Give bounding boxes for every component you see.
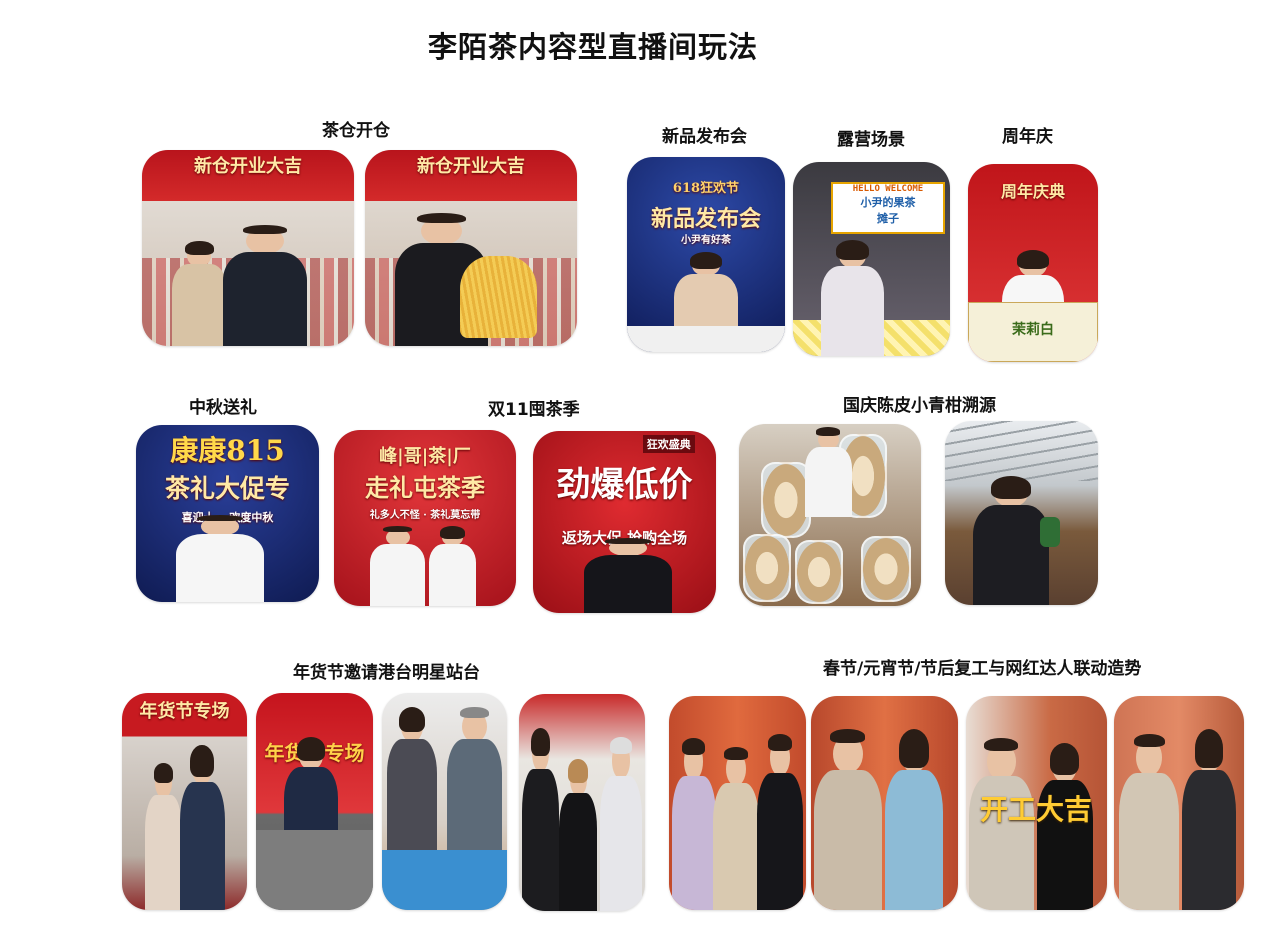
table	[382, 850, 507, 910]
greenhouse-roof	[945, 421, 1098, 481]
photo-newyear-1: 年货节专场	[122, 693, 247, 910]
section-label-national-day: 国庆陈皮小青柑溯源	[843, 396, 996, 416]
photo-new-product: 618狂欢节 新品发布会 小尹有好茶	[627, 157, 785, 352]
launch-event-text: 618狂欢节	[672, 181, 740, 196]
fengge-title-text: 峰|哥|茶|厂	[379, 446, 471, 467]
photo-fengge: 峰|哥|茶|厂 走礼屯茶季 礼多人不怪 · 茶礼莫忘带	[334, 430, 516, 606]
person-figure	[447, 706, 502, 854]
person-figure	[813, 729, 882, 910]
page-title: 李陌茶内容型直播间玩法	[428, 30, 759, 64]
section-label-tea-warehouse: 茶仓开仓	[322, 121, 390, 141]
section-label-new-product: 新品发布会	[662, 127, 747, 147]
person-figure	[756, 733, 804, 910]
warehouse-banner-text: 新仓开业大吉	[417, 156, 525, 177]
photo-burst-price: 狂欢盛典 劲爆低价 返场大促 抢购全场	[533, 431, 716, 613]
tea-jar	[861, 536, 911, 602]
mid-autumn-title-text: 康康815	[170, 434, 285, 467]
photo-spring-1	[669, 696, 806, 910]
photo-warehouse-2: 新仓开业大吉	[365, 150, 577, 346]
photo-warehouse-1: 新仓开业大吉	[142, 150, 354, 346]
person-figure	[559, 759, 598, 911]
launch-sub-text: 小尹有好茶	[681, 235, 731, 246]
launch-title-text: 新品发布会	[650, 206, 761, 232]
person-figure	[171, 241, 227, 346]
photo-mid-autumn: 康康815 茶礼大促专 喜迎十一 欢度中秋	[136, 425, 319, 602]
person-figure	[584, 538, 673, 613]
section-label-camping: 露营场景	[837, 130, 905, 150]
person-figure	[1036, 742, 1093, 910]
burst-title-text: 劲爆低价	[556, 465, 693, 505]
tea-table	[256, 830, 373, 910]
warehouse-banner-text: 新仓开业大吉	[194, 156, 302, 177]
photo-newyear-4	[519, 694, 645, 911]
person-figure	[821, 240, 885, 356]
photo-spring-4	[1114, 696, 1244, 910]
person-figure	[804, 427, 852, 518]
camping-board: HELLO WELCOME 小尹的果茶 摊子	[831, 182, 945, 234]
person-figure	[1181, 729, 1237, 910]
person-figure	[972, 476, 1050, 605]
section-label-spring-festival: 春节/元宵节/节后复工与网红达人联动造势	[823, 659, 1142, 679]
gift-box-text: 茉莉白	[1012, 322, 1054, 338]
wheat-bundle	[460, 255, 537, 338]
photo-newyear-2: 年货节专场	[256, 693, 373, 910]
tea-jar	[761, 462, 811, 538]
photo-newyear-3	[382, 693, 507, 910]
tea-jar	[743, 534, 791, 602]
person-figure	[1119, 733, 1179, 910]
tea-can	[1039, 516, 1060, 547]
anniversary-banner-text: 周年庆典	[1000, 182, 1065, 201]
person-figure	[370, 526, 425, 606]
photo-spring-3: 开工大吉	[966, 696, 1107, 910]
camping-board-line: HELLO WELCOME	[852, 184, 924, 194]
fengge-sub-text: 走礼屯茶季	[365, 473, 485, 502]
section-label-new-year-goods: 年货节邀请港台明星站台	[293, 663, 480, 683]
person-figure	[671, 738, 716, 910]
camping-board-line: 小尹的果茶	[860, 196, 916, 209]
start-work-text: 开工大吉	[980, 793, 1093, 826]
person-figure	[521, 727, 560, 911]
section-label-mid-autumn: 中秋送礼	[189, 398, 257, 418]
section-label-anniversary: 周年庆	[1002, 127, 1053, 147]
person-figure	[144, 762, 182, 910]
person-figure	[387, 706, 437, 854]
mid-autumn-subtitle-text: 茶礼大促专	[164, 474, 290, 503]
table	[627, 326, 785, 352]
gift-box: 茉莉白	[968, 302, 1098, 362]
person-figure	[176, 514, 265, 602]
person-figure	[222, 224, 308, 346]
newyear-banner-text: 年货节专场	[139, 701, 230, 722]
section-label-double11: 双11囤茶季	[488, 400, 580, 420]
photo-greenhouse	[945, 421, 1098, 605]
camping-board-line: 摊子	[877, 212, 899, 225]
burst-badge-text: 狂欢盛典	[642, 435, 695, 453]
tea-jar	[795, 540, 843, 604]
person-figure	[428, 526, 476, 606]
photo-spring-2	[811, 696, 958, 910]
person-figure	[884, 729, 944, 910]
photo-camping: HELLO WELCOME 小尹的果茶 摊子	[793, 162, 950, 356]
person-figure	[179, 744, 225, 910]
person-figure	[712, 746, 760, 910]
photo-anniversary: 周年庆典 茉莉白	[968, 164, 1098, 362]
photo-chenpi-jars	[739, 424, 921, 606]
fengge-tag-text: 礼多人不怪 · 茶礼莫忘带	[369, 510, 481, 521]
person-figure	[599, 736, 643, 911]
